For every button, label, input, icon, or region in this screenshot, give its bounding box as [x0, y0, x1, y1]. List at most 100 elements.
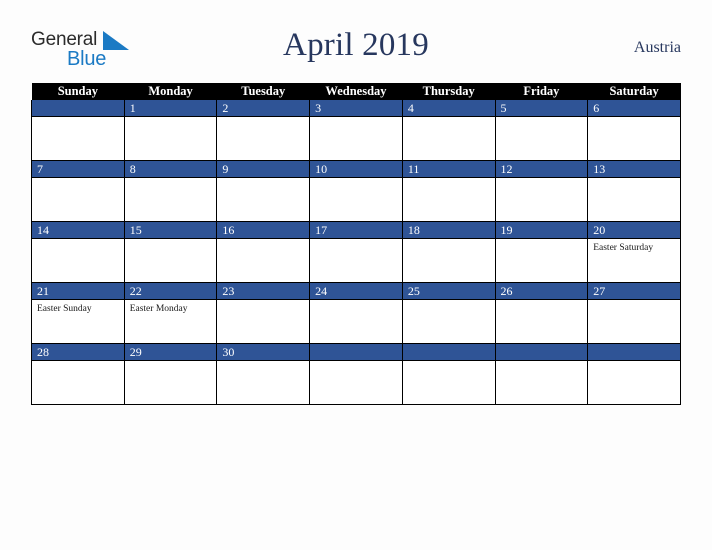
page-title: April 2019 [283, 27, 429, 63]
calendar-day-cell[interactable]: 10 [309, 160, 403, 222]
calendar-day-cell[interactable]: 8 [123, 160, 218, 222]
calendar-day-cell[interactable]: 25 [401, 282, 496, 344]
day-number [402, 344, 495, 361]
day-events [217, 361, 309, 364]
calendar-day-cell[interactable] [309, 343, 403, 405]
weekday-header-friday: Friday [495, 83, 588, 100]
calendar-day-cell[interactable]: 18 [401, 221, 496, 283]
day-number: 14 [32, 222, 124, 239]
day-events [403, 178, 495, 181]
day-number [495, 344, 588, 361]
calendar-body: 1 2 3 4 5 6 7 8 9 10 11 12 13 14 15 16 17 18 19 20 Easter Sa… [31, 100, 681, 405]
calendar-day-cell[interactable]: 24 [309, 282, 403, 344]
calendar-day-cell[interactable]: 21 Easter Sunday [31, 282, 125, 344]
calendar-day-cell[interactable]: 26 [494, 282, 589, 344]
day-number: 6 [588, 100, 680, 117]
calendar-day-cell[interactable]: 30 [216, 343, 311, 405]
calendar-page: General Blue April 2019 Austria Sunday M… [0, 0, 712, 550]
calendar-week-row: 7 8 9 10 11 12 13 [31, 160, 681, 222]
calendar-day-cell[interactable]: 29 [123, 343, 218, 405]
calendar-day-cell[interactable] [31, 100, 125, 161]
calendar-day-cell[interactable]: 12 [494, 160, 589, 222]
calendar-day-cell[interactable] [494, 343, 589, 405]
day-number: 17 [310, 222, 402, 239]
day-events [125, 239, 217, 242]
day-events [217, 117, 309, 120]
day-number: 22 [124, 283, 217, 300]
day-events [32, 178, 124, 181]
day-number: 16 [217, 222, 310, 239]
day-events: Easter Monday [125, 300, 217, 315]
calendar-week-row: 28 29 30 [31, 343, 681, 405]
calendar-day-cell[interactable]: 22 Easter Monday [123, 282, 218, 344]
calendar-day-cell[interactable]: 9 [216, 160, 311, 222]
holiday-label: Easter Sunday [37, 304, 92, 314]
calendar-day-cell[interactable]: 17 [309, 221, 403, 283]
day-number: 3 [310, 100, 402, 117]
day-number: 19 [495, 222, 588, 239]
day-events [496, 178, 588, 181]
day-number [32, 100, 124, 117]
day-number: 25 [402, 283, 495, 300]
day-events [310, 300, 402, 303]
day-number: 7 [32, 161, 124, 178]
weekday-header-row: Sunday Monday Tuesday Wednesday Thursday… [31, 83, 681, 100]
calendar-day-cell[interactable]: 11 [401, 160, 496, 222]
day-number: 23 [217, 283, 310, 300]
calendar-day-cell[interactable]: 19 [494, 221, 589, 283]
weekday-header-tuesday: Tuesday [216, 83, 310, 100]
calendar-day-cell[interactable]: 6 [587, 100, 681, 161]
day-events [588, 361, 680, 364]
day-events [125, 361, 217, 364]
calendar-day-cell[interactable] [587, 343, 681, 405]
calendar-day-cell[interactable]: 20 Easter Saturday [587, 221, 681, 283]
day-number: 11 [402, 161, 495, 178]
calendar-day-cell[interactable]: 2 [216, 100, 311, 161]
country-label: Austria [633, 39, 681, 56]
day-events [217, 300, 309, 303]
calendar-day-cell[interactable]: 5 [494, 100, 589, 161]
day-number: 20 [588, 222, 680, 239]
holiday-label: Easter Saturday [593, 243, 654, 253]
calendar-day-cell[interactable] [401, 343, 496, 405]
calendar-day-cell[interactable]: 3 [309, 100, 403, 161]
day-number: 28 [32, 344, 124, 361]
page-header: General Blue April 2019 Austria [31, 22, 681, 74]
weekday-header-saturday: Saturday [587, 83, 681, 100]
day-events [403, 239, 495, 242]
day-number: 12 [495, 161, 588, 178]
calendar-week-row: 14 15 16 17 18 19 20 Easter Saturday [31, 221, 681, 283]
day-number: 18 [402, 222, 495, 239]
day-events [217, 178, 309, 181]
weekday-header-wednesday: Wednesday [309, 83, 403, 100]
day-events [217, 239, 309, 242]
day-events [32, 117, 124, 120]
day-events [310, 178, 402, 181]
calendar-day-cell[interactable]: 13 [587, 160, 681, 222]
day-events: Easter Saturday [588, 239, 680, 254]
day-number: 2 [217, 100, 310, 117]
calendar-day-cell[interactable]: 4 [401, 100, 496, 161]
calendar-day-cell[interactable]: 27 [587, 282, 681, 344]
calendar-day-cell[interactable]: 16 [216, 221, 311, 283]
calendar-day-cell[interactable]: 7 [31, 160, 125, 222]
day-number: 29 [124, 344, 217, 361]
day-events [125, 178, 217, 181]
day-events [125, 117, 217, 120]
day-events [496, 361, 588, 364]
day-events [32, 361, 124, 364]
calendar-day-cell[interactable]: 15 [123, 221, 218, 283]
day-number: 9 [217, 161, 310, 178]
day-number: 5 [495, 100, 588, 117]
weekday-header-thursday: Thursday [402, 83, 496, 100]
day-events [403, 361, 495, 364]
day-events [310, 117, 402, 120]
day-events [32, 239, 124, 242]
calendar-day-cell[interactable]: 23 [216, 282, 311, 344]
calendar-day-cell[interactable]: 1 [123, 100, 218, 161]
calendar-day-cell[interactable]: 14 [31, 221, 125, 283]
day-number: 27 [588, 283, 680, 300]
day-events [496, 300, 588, 303]
day-number: 15 [124, 222, 217, 239]
calendar-day-cell[interactable]: 28 [31, 343, 125, 405]
